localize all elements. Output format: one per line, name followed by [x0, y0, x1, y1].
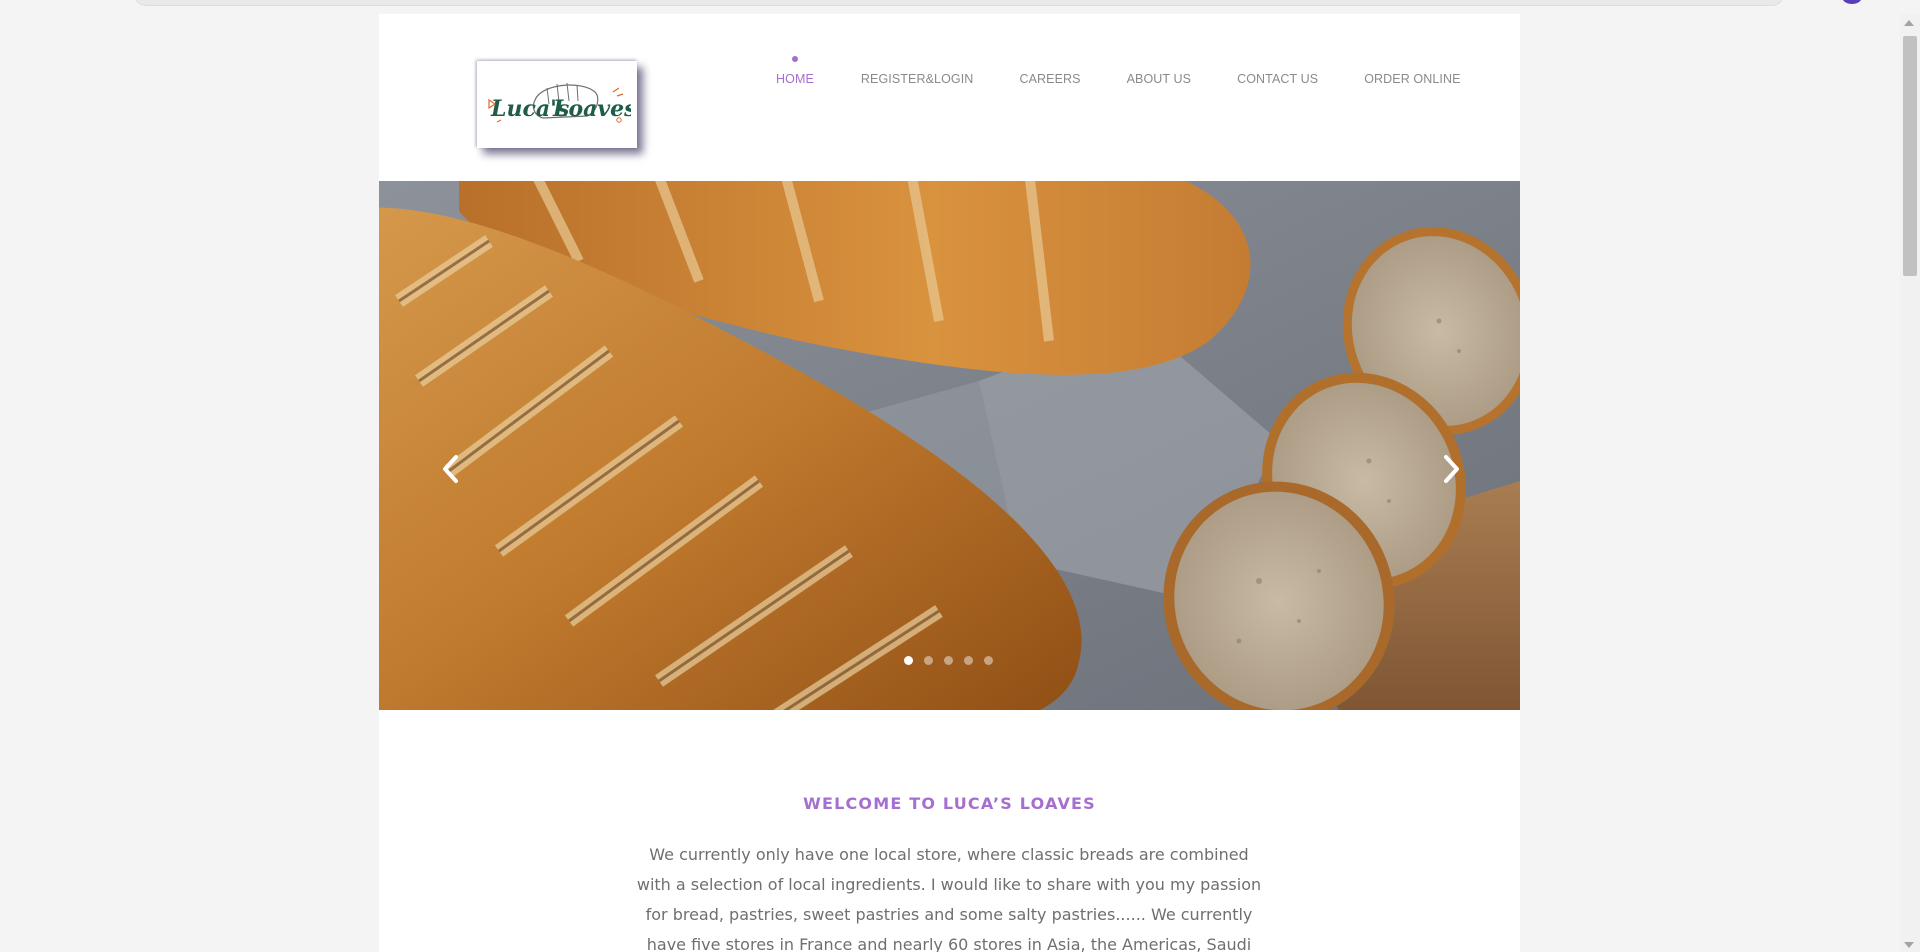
active-indicator-dot: [791, 56, 798, 62]
main-navigation: HOME REGISTER&LOGIN CAREERS ABOUT US CON…: [776, 56, 1461, 86]
site-header: Luca's Loaves HOME REGISTER&LOGIN CAREER…: [379, 14, 1520, 181]
nav-item-label: ORDER ONLINE: [1364, 72, 1461, 86]
site-logo[interactable]: Luca's Loaves: [477, 61, 637, 148]
profile-avatar[interactable]: [1842, 0, 1862, 4]
nav-item-label: ABOUT US: [1126, 72, 1192, 86]
page-container: Luca's Loaves HOME REGISTER&LOGIN CAREER…: [379, 14, 1520, 952]
chevron-left-icon: [443, 455, 458, 483]
nav-item-contact-us[interactable]: CONTACT US: [1237, 72, 1318, 86]
welcome-paragraph: We currently only have one local store, …: [636, 845, 1262, 952]
slider-next-button[interactable]: [1437, 451, 1465, 487]
welcome-heading: WELCOME TO LUCA’S LOAVES: [803, 794, 1096, 813]
slider-dot-1[interactable]: [904, 656, 913, 665]
chevron-right-icon: [1444, 455, 1459, 483]
loaf-logo-icon: Luca's Loaves: [488, 82, 631, 123]
scroll-up-arrow-icon[interactable]: [1904, 20, 1914, 26]
nav-item-about-us[interactable]: ABOUT US: [1127, 72, 1191, 86]
bread-slide-image: [379, 181, 1520, 710]
scroll-thumb[interactable]: [1903, 36, 1917, 276]
scroll-down-arrow-icon[interactable]: [1904, 942, 1914, 948]
nav-item-home[interactable]: HOME: [776, 56, 814, 86]
nav-item-careers[interactable]: CAREERS: [1019, 72, 1080, 86]
browser-top-strip: [0, 0, 1900, 8]
hero-slider[interactable]: [379, 181, 1520, 710]
slider-dot-5[interactable]: [984, 656, 993, 665]
slider-dot-4[interactable]: [964, 656, 973, 665]
nav-item-order-online[interactable]: ORDER ONLINE: [1364, 72, 1460, 86]
slider-dot-2[interactable]: [924, 656, 933, 665]
slider-pagination: [904, 656, 993, 665]
nav-item-label: CONTACT US: [1237, 72, 1319, 86]
nav-item-label: HOME: [776, 72, 814, 86]
nav-item-label: REGISTER&LOGIN: [860, 72, 974, 86]
nav-item-label: CAREERS: [1019, 72, 1081, 86]
page-scrollbar[interactable]: [1900, 14, 1920, 952]
slider-dot-3[interactable]: [944, 656, 953, 665]
nav-item-register-login[interactable]: REGISTER&LOGIN: [861, 72, 974, 86]
address-bar[interactable]: [134, 0, 1784, 6]
slider-prev-button[interactable]: [437, 451, 465, 487]
